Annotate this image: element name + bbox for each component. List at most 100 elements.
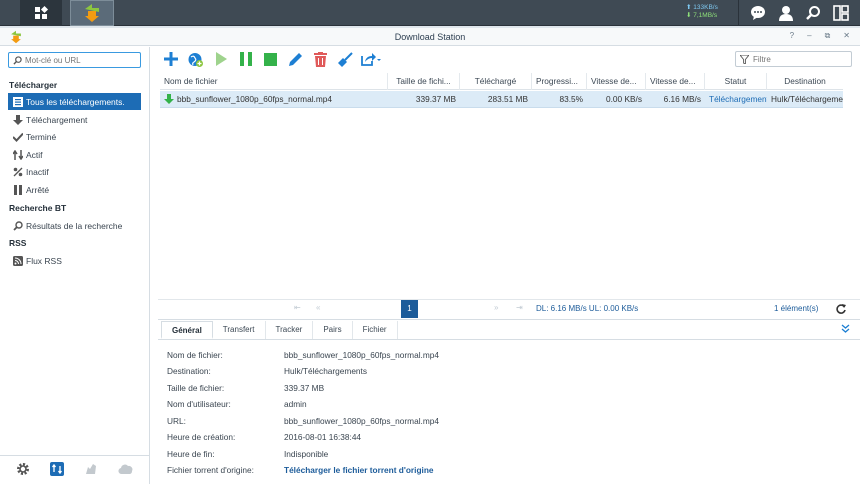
filter-box[interactable]	[735, 51, 852, 67]
user-menu-button[interactable]	[776, 3, 796, 23]
sidebar-item-label: Terminé	[26, 131, 57, 142]
chat-bubble-icon	[751, 6, 765, 20]
search-input[interactable]	[25, 55, 135, 66]
resume-button[interactable]	[208, 49, 233, 69]
next-page-button[interactable]: »	[494, 303, 498, 312]
tab-tracker[interactable]: Tracker	[266, 321, 314, 339]
pause-icon	[239, 52, 252, 66]
minimize-button[interactable]: –	[807, 31, 811, 41]
sidebar-item-search-results[interactable]: Résultats de la recherche	[8, 217, 141, 234]
search-icon	[806, 6, 820, 20]
cell-size: 339.37 MB	[415, 94, 456, 104]
create-button[interactable]	[158, 49, 183, 69]
pause-button[interactable]	[233, 49, 258, 69]
pause-icon	[12, 184, 23, 195]
sidebar-item-stopped[interactable]: Arrêté	[8, 181, 141, 198]
column-header-upload-speed[interactable]: Vitesse de...	[587, 73, 646, 90]
cloud-button[interactable]	[118, 462, 134, 478]
tab-file[interactable]: Fichier	[353, 321, 398, 339]
table-header: Nom de fichier Taille de fichi... Téléch…	[160, 73, 843, 90]
column-header-size[interactable]: Taille de fichi...	[388, 73, 460, 90]
field-value: Indisponible	[284, 449, 329, 459]
column-header-filename[interactable]: Nom de fichier	[160, 73, 388, 90]
stop-icon	[264, 52, 277, 66]
cell-progress: 83.5%	[559, 94, 583, 104]
settings-button[interactable]	[16, 462, 30, 478]
widgets-button[interactable]	[831, 3, 851, 23]
checkmark-icon	[12, 131, 23, 142]
tab-transfer[interactable]: Transfert	[213, 321, 266, 339]
sidebar-item-rss-feeds[interactable]: Flux RSS	[8, 252, 141, 269]
section-title-recherche-bt: Recherche BT	[9, 203, 67, 213]
sidebar-item-label: Téléchargement	[26, 114, 88, 125]
first-page-button[interactable]: ⇤	[294, 303, 301, 312]
broom-icon	[338, 51, 353, 67]
field-label: Destination:	[167, 366, 211, 376]
refresh-icon[interactable]	[836, 304, 846, 314]
last-page-button[interactable]: ⇥	[516, 303, 523, 312]
field-label: Nom d'utilisateur:	[167, 399, 231, 409]
cell-upload-speed: 0.00 KB/s	[606, 94, 642, 104]
taskbar: ⬆ 133KB/s ⬇ 7,1MB/s	[0, 0, 860, 26]
download-schedule-button[interactable]	[50, 462, 64, 478]
tab-general[interactable]: Général	[161, 321, 213, 339]
transfer-list-icon	[50, 462, 64, 476]
column-header-download-speed[interactable]: Vitesse de...	[646, 73, 705, 90]
cell-downloaded: 283.51 MB	[487, 94, 528, 104]
add-url-button[interactable]	[183, 49, 208, 69]
share-button[interactable]	[358, 49, 383, 69]
sidebar-item-label: Flux RSS	[26, 255, 62, 266]
tab-peers[interactable]: Pairs	[313, 321, 353, 339]
search-icon	[13, 56, 22, 65]
cell-destination: Hulk/Téléchargements	[771, 94, 843, 104]
download-rate: 7,1MB/s	[693, 12, 718, 19]
filter-input[interactable]	[753, 54, 843, 65]
downloading-status-icon	[164, 94, 174, 104]
cell-filename: bbb_sunflower_1080p_60fps_normal.mp4	[160, 91, 388, 108]
maximize-button[interactable]: ⧉	[825, 31, 831, 41]
main-menu-button[interactable]	[20, 0, 62, 26]
notifications-button[interactable]	[748, 3, 768, 23]
collapse-chevron-icon[interactable]	[841, 324, 850, 333]
detail-panel: Général Transfert Tracker Pairs Fichier …	[158, 319, 860, 484]
emule-button[interactable]	[84, 462, 98, 478]
download-station-taskbar-button[interactable]	[70, 0, 114, 26]
sidebar-item-downloading[interactable]: Téléchargement	[8, 111, 141, 128]
page-number-button[interactable]: 1	[401, 300, 418, 318]
sidebar-item-completed[interactable]: Terminé	[8, 128, 141, 145]
sidebar-item-active[interactable]: Actif	[8, 146, 141, 163]
transfer-rates: ⬆ 133KB/s ⬇ 7,1MB/s	[686, 4, 718, 20]
sidebar-footer	[0, 455, 150, 484]
percent-icon	[12, 166, 23, 177]
previous-page-button[interactable]: «	[316, 303, 320, 312]
field-label: Heure de fin:	[167, 449, 215, 459]
close-button[interactable]: ✕	[843, 31, 850, 41]
field-value: 2016-08-01 16:38:44	[284, 432, 362, 442]
column-header-downloaded[interactable]: Téléchargé	[460, 73, 532, 90]
search-button[interactable]	[803, 3, 823, 23]
column-header-progress[interactable]: Progressi...	[532, 73, 587, 90]
stop-button[interactable]	[258, 49, 283, 69]
download-torrent-link[interactable]: Télécharger le fichier torrent d'origine	[284, 465, 434, 475]
help-button[interactable]: ?	[790, 31, 794, 41]
funnel-icon	[740, 55, 749, 64]
sidebar-item-inactive[interactable]: Inactif	[8, 163, 141, 180]
gear-icon	[17, 463, 29, 475]
sidebar-item-label: Résultats de la recherche	[26, 220, 123, 231]
clear-completed-button[interactable]	[333, 49, 358, 69]
field-value: bbb_sunflower_1080p_60fps_normal.mp4	[284, 350, 439, 360]
filename-text: bbb_sunflower_1080p_60fps_normal.mp4	[177, 94, 332, 104]
pencil-icon	[289, 52, 302, 66]
delete-button[interactable]	[308, 49, 333, 69]
search-box[interactable]	[8, 52, 141, 68]
cloud-icon	[118, 464, 133, 475]
table-row[interactable]: bbb_sunflower_1080p_60fps_normal.mp4 339…	[160, 91, 843, 108]
window-titlebar[interactable]: Download Station ? – ⧉ ✕	[0, 28, 860, 46]
download-table: Nom de fichier Taille de fichi... Téléch…	[160, 73, 843, 108]
sidebar-item-all-downloads[interactable]: Tous les téléchargements.	[8, 93, 141, 110]
play-icon	[215, 52, 227, 66]
edit-button[interactable]	[283, 49, 308, 69]
column-header-status[interactable]: Statut	[705, 73, 767, 90]
column-header-destination[interactable]: Destination	[767, 73, 843, 90]
window-controls: ? – ⧉ ✕	[790, 31, 850, 41]
